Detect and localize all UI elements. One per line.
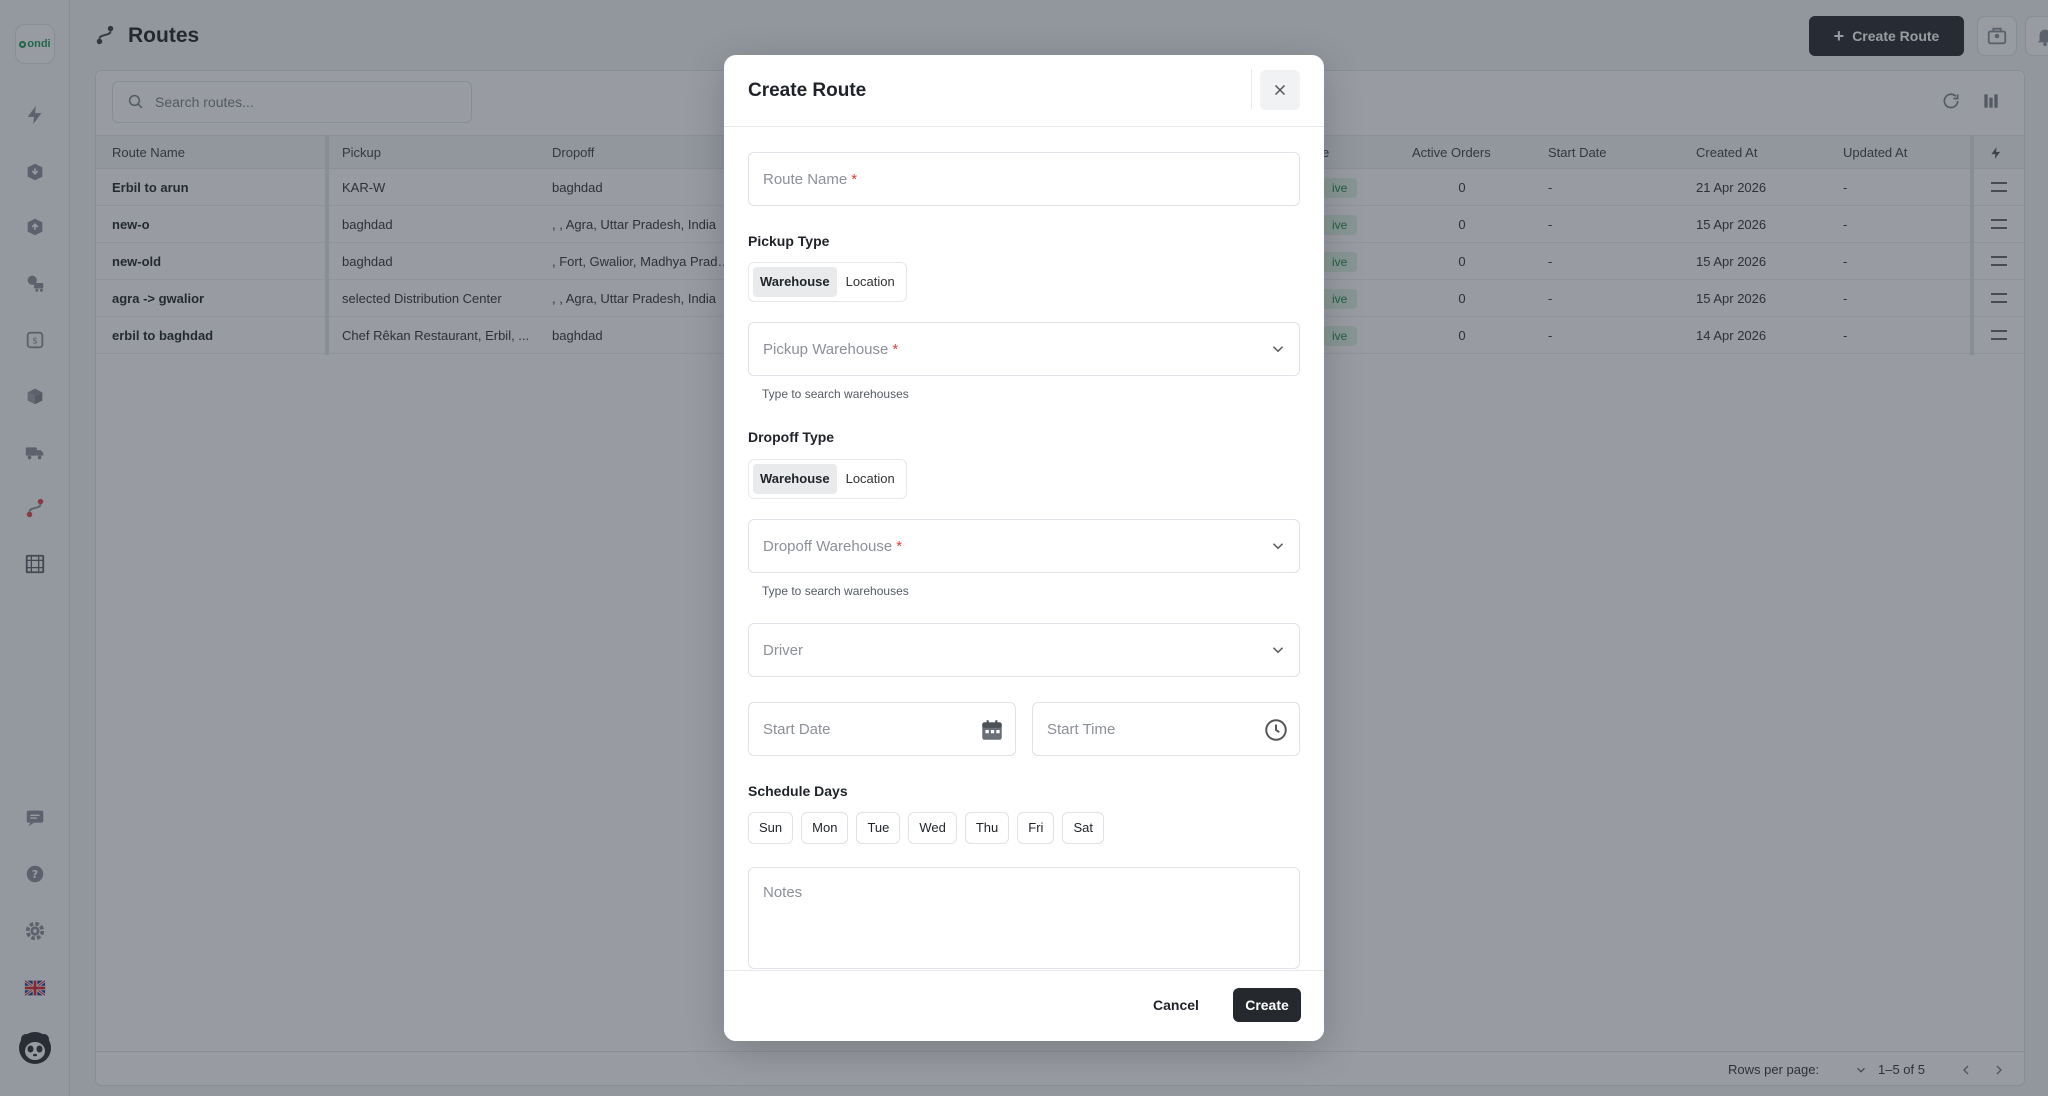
- start-date-field[interactable]: Start Date: [748, 702, 1016, 756]
- pickup-type-warehouse[interactable]: Warehouse: [753, 267, 837, 297]
- notes-textarea[interactable]: Notes: [748, 867, 1300, 969]
- pickup-type-location[interactable]: Location: [839, 267, 902, 297]
- schedule-days-group: Sun Mon Tue Wed Thu Fri Sat: [748, 812, 1104, 844]
- chevron-down-icon: [1272, 543, 1284, 550]
- dialog-header: Create Route: [724, 55, 1324, 127]
- notes-placeholder: Notes: [763, 884, 803, 901]
- day-toggle-sun[interactable]: Sun: [748, 812, 794, 844]
- chevron-down-icon: [1272, 346, 1284, 353]
- start-time-placeholder: Start Time: [1047, 721, 1116, 738]
- schedule-days-label: Schedule Days: [748, 783, 848, 799]
- calendar-icon[interactable]: [979, 717, 1005, 743]
- day-toggle-sat[interactable]: Sat: [1062, 812, 1104, 844]
- pickup-warehouse-placeholder: Pickup Warehouse *: [763, 341, 899, 358]
- day-toggle-fri[interactable]: Fri: [1017, 812, 1055, 844]
- create-route-dialog: Create Route Route Name * Pickup Type War…: [724, 55, 1324, 1041]
- close-button[interactable]: [1260, 70, 1300, 110]
- start-time-field[interactable]: Start Time: [1032, 702, 1300, 756]
- pickup-type-toggle: Warehouse Location: [748, 262, 907, 302]
- pickup-warehouse-select[interactable]: Pickup Warehouse *: [748, 322, 1300, 376]
- create-button[interactable]: Create: [1233, 988, 1301, 1022]
- day-toggle-tue[interactable]: Tue: [856, 812, 901, 844]
- header-divider: [1251, 69, 1252, 109]
- driver-placeholder: Driver: [763, 642, 803, 659]
- driver-select[interactable]: Driver: [748, 623, 1300, 677]
- start-date-placeholder: Start Date: [763, 721, 831, 738]
- day-toggle-thu[interactable]: Thu: [964, 812, 1010, 844]
- dropoff-type-toggle: Warehouse Location: [748, 459, 907, 499]
- dialog-footer: Cancel Create: [724, 970, 1324, 1041]
- dialog-title: Create Route: [748, 80, 867, 101]
- clock-icon[interactable]: [1263, 717, 1289, 743]
- dropoff-warehouse-select[interactable]: Dropoff Warehouse *: [748, 519, 1300, 573]
- cancel-button[interactable]: Cancel: [1144, 988, 1208, 1022]
- chevron-down-icon: [1272, 647, 1284, 654]
- pickup-type-label: Pickup Type: [748, 233, 830, 249]
- dropoff-warehouse-placeholder: Dropoff Warehouse *: [763, 538, 903, 555]
- day-toggle-mon[interactable]: Mon: [801, 812, 849, 844]
- pickup-warehouse-helper: Type to search warehouses: [762, 387, 909, 401]
- day-toggle-wed[interactable]: Wed: [908, 812, 957, 844]
- dropoff-warehouse-helper: Type to search warehouses: [762, 584, 909, 598]
- dropoff-type-location[interactable]: Location: [839, 464, 902, 494]
- dropoff-type-label: Dropoff Type: [748, 429, 835, 445]
- route-name-field[interactable]: Route Name *: [748, 152, 1300, 206]
- route-name-placeholder: Route Name *: [763, 171, 858, 188]
- dropoff-type-warehouse[interactable]: Warehouse: [753, 464, 837, 494]
- close-icon: [1274, 84, 1286, 96]
